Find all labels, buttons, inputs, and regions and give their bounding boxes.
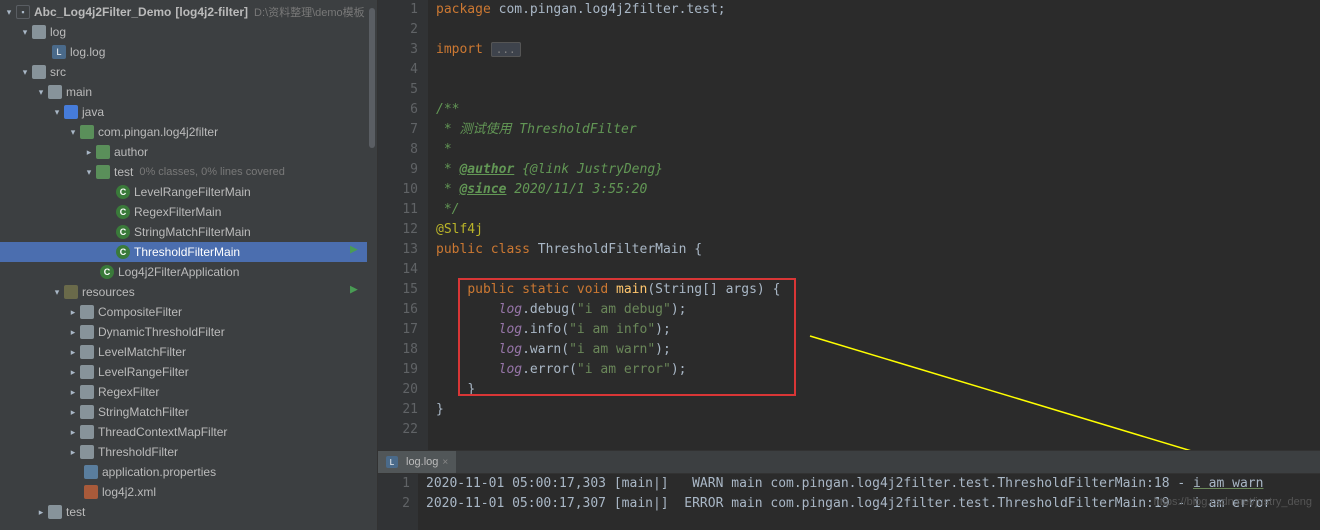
project-tree-panel: ▾ ▪ Abc_Log4j2Filter_Demo [log4j2-filter… xyxy=(0,0,378,530)
tree-class-threshold[interactable]: C ThresholdFilterMain xyxy=(0,242,377,262)
chevron-down-icon[interactable]: ▾ xyxy=(52,107,62,118)
tree-file-log4j2xml[interactable]: log4j2.xml xyxy=(0,482,377,502)
class-icon: C xyxy=(116,245,130,259)
tree-folder-r6[interactable]: ▸StringMatchFilter xyxy=(0,402,377,422)
chevron-down-icon[interactable]: ▾ xyxy=(36,87,46,98)
run-gutter-icon[interactable]: ▶ xyxy=(350,240,358,260)
tree-class-app[interactable]: C Log4j2FilterApplication xyxy=(0,262,377,282)
package-icon xyxy=(96,145,110,159)
tree-package-author[interactable]: ▸ author xyxy=(0,142,377,162)
tree-folder-r2[interactable]: ▸DynamicThresholdFilter xyxy=(0,322,377,342)
chevron-down-icon[interactable]: ▾ xyxy=(52,287,62,298)
folder-icon xyxy=(80,365,94,379)
editor-area: 12345 678910 1112 ▶13 14 ▶15 16171819202… xyxy=(378,0,1320,530)
tree-folder-r8[interactable]: ▸ThresholdFilter xyxy=(0,442,377,462)
tree-folder-main[interactable]: ▾ main xyxy=(0,82,377,102)
fold-indicator[interactable]: ... xyxy=(491,42,521,57)
source-folder-icon xyxy=(64,105,78,119)
chevron-right-icon[interactable]: ▸ xyxy=(68,307,78,318)
tree-folder-r3[interactable]: ▸LevelMatchFilter xyxy=(0,342,377,362)
chevron-right-icon[interactable]: ▸ xyxy=(68,407,78,418)
chevron-right-icon[interactable]: ▸ xyxy=(68,427,78,438)
tree-folder-r5[interactable]: ▸RegexFilter xyxy=(0,382,377,402)
code-editor[interactable]: package com.pingan.log4j2filter.test; im… xyxy=(428,0,1320,450)
line-gutter[interactable]: 12345 678910 1112 ▶13 14 ▶15 16171819202… xyxy=(378,0,428,450)
package-icon xyxy=(80,125,94,139)
chevron-right-icon[interactable]: ▸ xyxy=(68,447,78,458)
tab-loglog[interactable]: L log.log × xyxy=(378,451,456,473)
chevron-right-icon[interactable]: ▸ xyxy=(68,367,78,378)
tree-class-regex[interactable]: C RegexFilterMain xyxy=(0,202,377,222)
tree-folder-r7[interactable]: ▸ThreadContextMapFilter xyxy=(0,422,377,442)
tree-project-root[interactable]: ▾ ▪ Abc_Log4j2Filter_Demo [log4j2-filter… xyxy=(0,2,377,22)
resources-folder-icon xyxy=(64,285,78,299)
chevron-down-icon[interactable]: ▾ xyxy=(20,67,30,78)
chevron-right-icon[interactable]: ▸ xyxy=(68,387,78,398)
tab-label: log.log xyxy=(406,456,438,468)
class-icon: C xyxy=(116,185,130,199)
folder-icon xyxy=(80,325,94,339)
watermark: https://blog.csdn.net/justry_deng xyxy=(1154,496,1312,508)
folder-icon xyxy=(80,385,94,399)
log-file-icon: L xyxy=(386,456,398,468)
chevron-down-icon[interactable]: ▾ xyxy=(4,7,14,18)
sidebar-scrollbar[interactable] xyxy=(367,0,377,530)
close-icon[interactable]: × xyxy=(442,457,448,468)
tree-folder-test2[interactable]: ▸test xyxy=(0,502,377,522)
chevron-down-icon[interactable]: ▾ xyxy=(68,127,78,138)
folder-icon xyxy=(48,505,62,519)
tree-class-levelrange[interactable]: C LevelRangeFilterMain xyxy=(0,182,377,202)
class-icon: C xyxy=(116,225,130,239)
log-file-icon: L xyxy=(52,45,66,59)
folder-icon xyxy=(80,425,94,439)
run-gutter-icon[interactable]: ▶ xyxy=(350,280,358,300)
folder-icon xyxy=(80,345,94,359)
tree-folder-r1[interactable]: ▸CompositeFilter xyxy=(0,302,377,322)
folder-icon xyxy=(80,305,94,319)
chevron-down-icon[interactable]: ▾ xyxy=(20,27,30,38)
console-gutter: 12 xyxy=(378,474,418,530)
chevron-down-icon[interactable]: ▾ xyxy=(84,167,94,178)
bottom-tabs: L log.log × xyxy=(378,450,1320,474)
chevron-right-icon[interactable]: ▸ xyxy=(68,347,78,358)
folder-icon xyxy=(32,65,46,79)
folder-icon xyxy=(80,445,94,459)
tree-class-stringmatch[interactable]: C StringMatchFilterMain xyxy=(0,222,377,242)
properties-file-icon xyxy=(84,465,98,479)
chevron-right-icon[interactable]: ▸ xyxy=(84,147,94,158)
folder-icon xyxy=(80,405,94,419)
tree-folder-java[interactable]: ▾ java xyxy=(0,102,377,122)
folder-icon xyxy=(48,85,62,99)
tree-folder-src[interactable]: ▾ src xyxy=(0,62,377,82)
tree-file-appprops[interactable]: application.properties xyxy=(0,462,377,482)
chevron-right-icon[interactable]: ▸ xyxy=(68,327,78,338)
tree-package-test[interactable]: ▾ test 0% classes, 0% lines covered xyxy=(0,162,377,182)
tree-folder-r4[interactable]: ▸LevelRangeFilter xyxy=(0,362,377,382)
class-icon: C xyxy=(116,205,130,219)
tree-folder-log[interactable]: ▾ log xyxy=(0,22,377,42)
package-icon xyxy=(96,165,110,179)
tree-package[interactable]: ▾ com.pingan.log4j2filter xyxy=(0,122,377,142)
module-icon: ▪ xyxy=(16,5,30,19)
tree-file-loglog[interactable]: L log.log xyxy=(0,42,377,62)
class-icon: C xyxy=(100,265,114,279)
xml-file-icon xyxy=(84,485,98,499)
scrollbar-thumb[interactable] xyxy=(369,8,375,148)
tree-folder-resources[interactable]: ▾ resources xyxy=(0,282,377,302)
chevron-right-icon[interactable]: ▸ xyxy=(36,507,46,518)
folder-icon xyxy=(32,25,46,39)
